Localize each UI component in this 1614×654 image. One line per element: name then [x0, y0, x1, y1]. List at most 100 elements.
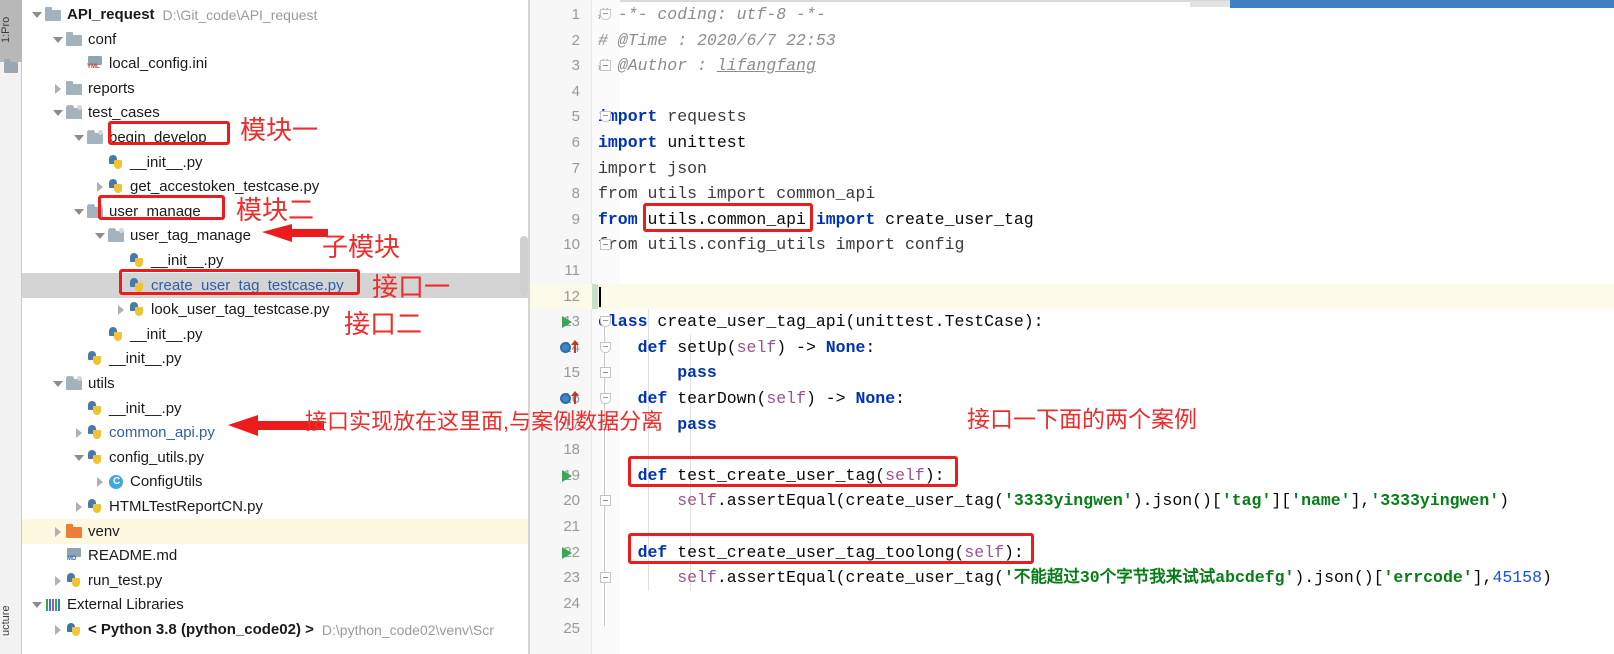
code-text-area[interactable]: 1 # -*- coding: utf-8 -*- 2 # @Time : 2020/… [530, 0, 1614, 654]
tree-item-look-user-tag-testcase-py[interactable]: look_user_tag_testcase.py [22, 297, 530, 322]
code-line-12[interactable]: 12 [530, 284, 1614, 310]
project-tree-scrollbar[interactable] [520, 236, 528, 296]
code-line-7[interactable]: 7 import json [530, 156, 1614, 182]
code-line-10[interactable]: 10 from utils.config_utils import config [530, 232, 1614, 258]
code-line-19[interactable]: 19 def test_create_user_tag(self): [530, 463, 1614, 489]
tree-item-conf[interactable]: conf [22, 27, 530, 52]
tree-item-external-libraries[interactable]: External Libraries [22, 592, 530, 617]
code-line-4[interactable]: 4 [530, 79, 1614, 105]
override-method-icon[interactable] [560, 393, 571, 404]
line-number: 1 [571, 6, 580, 23]
line-number: 12 [563, 287, 580, 305]
chevron-right-icon[interactable] [114, 303, 127, 316]
chevron-right-icon[interactable] [72, 500, 85, 513]
code-fold-toggle[interactable] [600, 9, 611, 20]
code-line-24[interactable]: 24 [530, 591, 1614, 617]
line-number: 22 [563, 543, 580, 561]
tree-item-init-py[interactable]: __init__.py [22, 322, 530, 347]
code-token: utils.config_utils [637, 235, 836, 255]
code-line-9[interactable]: 9 from utils.common_api import create_use… [530, 207, 1614, 233]
chevron-right-icon[interactable] [72, 426, 85, 439]
code-token: ): [1004, 542, 1024, 562]
code-fold-toggle[interactable] [600, 341, 611, 353]
tree-item-label: __init__.py [109, 350, 182, 368]
tree-item-readme-md[interactable]: README.md [22, 543, 530, 568]
code-line-22[interactable]: 22 def test_create_user_tag_toolong(self… [530, 540, 1614, 566]
tree-item-label: README.md [88, 547, 178, 565]
chevron-right-icon[interactable] [51, 574, 64, 587]
python-file-icon [86, 350, 105, 367]
folder-icon [4, 59, 18, 73]
project-tree-panel[interactable]: API_request D:\Git_code\API_requestconf lo… [22, 0, 530, 654]
chevron-right-icon[interactable] [51, 623, 64, 636]
code-line-2[interactable]: 2 # @Time : 2020/6/7 22:53 [530, 28, 1614, 54]
code-fold-toggle[interactable] [600, 239, 611, 251]
chevron-right-icon[interactable] [93, 475, 106, 488]
code-fold-toggle[interactable] [600, 495, 611, 507]
code-editor[interactable]: 1 # -*- coding: utf-8 -*- 2 # @Time : 2020/… [530, 0, 1614, 654]
tree-item-init-py[interactable]: __init__.py [22, 248, 530, 273]
tree-item-config-utils-py[interactable]: config_utils.py [22, 445, 530, 470]
chevron-down-icon[interactable] [30, 8, 43, 21]
chevron-down-icon[interactable] [72, 205, 85, 218]
code-fold-toggle[interactable] [600, 60, 611, 72]
code-line-13[interactable]: 13 class create_user_tag_api(unittest.Tes… [530, 309, 1614, 335]
tree-item-user-tag-manage[interactable]: user_tag_manage [22, 223, 530, 248]
override-method-icon[interactable] [560, 341, 571, 353]
tool-window-tab-project[interactable]: 1:Pro [0, 0, 22, 62]
tree-item-run-test-py[interactable]: run_test.py [22, 568, 530, 593]
tree-item-configutils[interactable]: ConfigUtils [22, 469, 530, 494]
code-line-3[interactable]: 3 # @Author : lifangfang [530, 53, 1614, 79]
tree-item-htmltestreportcn-py[interactable]: HTMLTestReportCN.py [22, 494, 530, 519]
chevron-right-icon[interactable] [93, 180, 106, 193]
folder-icon [44, 6, 63, 23]
code-fold-toggle[interactable] [600, 316, 611, 328]
chevron-down-icon[interactable] [51, 377, 64, 390]
tree-item-reports[interactable]: reports [22, 76, 530, 101]
code-fold-toggle[interactable] [600, 572, 611, 584]
chevron-down-icon[interactable] [72, 131, 85, 144]
code-token: self [677, 491, 717, 511]
tree-item-utils[interactable]: utils [22, 371, 530, 396]
tree-item-venv[interactable]: venv [22, 518, 530, 544]
tree-item-label: reports [88, 79, 135, 97]
code-token: None [825, 337, 866, 357]
tree-item-label: test_cases [88, 104, 160, 122]
chevron-down-icon[interactable] [51, 106, 64, 119]
run-arrow-icon[interactable] [562, 469, 572, 482]
code-line-21[interactable]: 21 [530, 514, 1614, 540]
chevron-down-icon[interactable] [72, 451, 85, 464]
code-fold-toggle[interactable] [600, 367, 611, 379]
code-line-25[interactable]: 25 [530, 616, 1614, 642]
code-line-11[interactable]: 11 [530, 258, 1614, 284]
code-line-14[interactable]: 14 def setUp(self) -> None: [530, 335, 1614, 361]
chevron-down-icon[interactable] [51, 33, 64, 46]
code-line-1[interactable]: 1 # -*- coding: utf-8 -*- [530, 2, 1614, 28]
tree-item-api-request[interactable]: API_request D:\Git_code\API_request [22, 2, 530, 27]
code-token: config [895, 235, 965, 255]
code-line-18[interactable]: 18 [530, 437, 1614, 463]
chevron-down-icon[interactable] [93, 229, 106, 242]
code-line-8[interactable]: 8 from utils import common_api [530, 181, 1614, 207]
tree-item-init-py[interactable]: __init__.py [22, 150, 530, 175]
tree-item-local-config-ini[interactable]: local_config.ini [22, 51, 530, 76]
code-fold-toggle[interactable] [600, 393, 611, 404]
code-token: ) -> [776, 337, 826, 357]
tree-item-create-user-tag-testcase-py[interactable]: create_user_tag_testcase.py [22, 272, 530, 298]
code-line-23[interactable]: 23 self.assertEqual(create_user_tag('不能超… [530, 565, 1614, 591]
tree-item-python-3-8-python-code02[interactable]: < Python 3.8 (python_code02) > D:\python_… [22, 617, 530, 642]
tree-item-init-py[interactable]: __init__.py [22, 346, 530, 371]
chevron-right-icon[interactable] [51, 525, 64, 538]
chevron-down-icon[interactable] [30, 598, 43, 611]
tool-window-tab-structure[interactable]: ucture [0, 588, 22, 654]
run-arrow-icon[interactable] [562, 546, 572, 559]
code-line-6[interactable]: 6 import unittest [530, 130, 1614, 156]
code-line-5[interactable]: 5 import requests [530, 104, 1614, 130]
code-line-15[interactable]: 15 pass [530, 360, 1614, 386]
code-line-20[interactable]: 20 self.assertEqual(create_user_tag('333… [530, 488, 1614, 514]
run-arrow-icon[interactable] [562, 316, 572, 329]
code-token: ): [924, 465, 945, 485]
chevron-right-icon[interactable] [51, 82, 64, 95]
